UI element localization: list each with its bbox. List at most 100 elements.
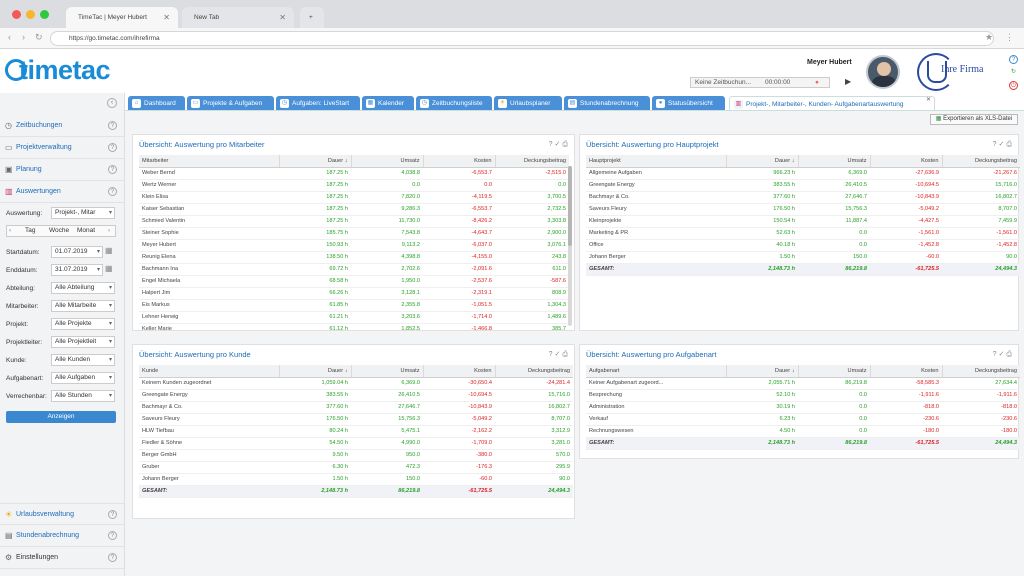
play-icon[interactable]: ▶ bbox=[845, 77, 851, 86]
sidebar-item-einstellungen[interactable]: ⚙ Einstellungen ? bbox=[0, 547, 125, 569]
column-header[interactable]: Umsatz bbox=[797, 365, 870, 378]
column-header[interactable]: Kosten bbox=[869, 365, 942, 378]
column-header[interactable]: Umsatz bbox=[350, 365, 423, 378]
table-row[interactable]: Administration 30.19 h 0.0 -818.0 -818.0 bbox=[586, 401, 1020, 414]
column-header[interactable]: Aufgabenart bbox=[586, 365, 726, 378]
table-row[interactable]: Klein Elisa 187.25 h 7,820.0 -4,119.5 3,700.… bbox=[139, 191, 569, 204]
tab-statusuebersicht[interactable]: ● Statusübersicht bbox=[652, 96, 725, 111]
close-tab-icon[interactable]: ✕ bbox=[163, 7, 170, 28]
calendar-icon[interactable]: ▦ bbox=[105, 246, 113, 255]
period-button-monat[interactable]: Monat bbox=[77, 226, 95, 236]
maximize-window-icon[interactable] bbox=[40, 10, 49, 19]
table-row[interactable]: Saveurs Fleury 176.50 h 15,756.3 -5,049.2 8,… bbox=[586, 203, 1020, 216]
column-header[interactable]: Mitarbeiter bbox=[139, 155, 279, 168]
help-icon[interactable]: ? bbox=[108, 121, 117, 130]
projekt-select[interactable]: Alle Projekte bbox=[51, 318, 115, 330]
table-row[interactable]: Keiner Aufgabenart zugeord... 2,055.71 h8… bbox=[586, 377, 1020, 390]
refresh-icon[interactable]: ↻ bbox=[1009, 68, 1018, 77]
print-icon[interactable]: ⎙ bbox=[1006, 141, 1014, 148]
print-icon[interactable]: ⎙ bbox=[562, 141, 570, 148]
anzeigen-button[interactable]: Anzeigen bbox=[6, 411, 116, 423]
table-row[interactable]: Kaiser Sebastian 187.25 h 9,286.3 -6,553.7 2… bbox=[139, 203, 569, 216]
help-icon[interactable]: ? bbox=[108, 187, 117, 196]
table-row[interactable]: Reunig Elena 138.50 h 4,398.8 -4,155.0 243.8 bbox=[139, 251, 569, 264]
help-icon[interactable]: ? bbox=[108, 553, 117, 562]
export-xls-button[interactable]: ▦ Exportieren als XLS-Datei bbox=[930, 114, 1018, 125]
table-row[interactable]: Keller Marie 61.12 h 1,852.5 -1,466.8 385.7 bbox=[139, 323, 569, 330]
period-button-tag[interactable]: Tag bbox=[25, 226, 35, 236]
browser-tab-timetac[interactable]: TimeTac | Meyer Hubert ✕ bbox=[66, 7, 178, 28]
new-tab-button[interactable]: + bbox=[300, 7, 324, 28]
abteilung-select[interactable]: Alle Abteilung bbox=[51, 282, 115, 294]
table-row[interactable]: Besprechung 52.10 h 0.0 -1,911.6 -1,911.6 bbox=[586, 389, 1020, 402]
tab-auswertung[interactable]: ▥ Projekt-, Mitarbeiter-, Kunden- Aufgabe… bbox=[729, 96, 935, 111]
column-header[interactable]: Kosten bbox=[422, 365, 495, 378]
table-row[interactable]: Fiedler & Söhne 54.50 h 4,990.0 -1,709.0 3,2… bbox=[139, 437, 573, 450]
table-row[interactable]: Keinem Kunden zugeordnet 1,059.04 h 6,369.… bbox=[139, 377, 573, 390]
tab-dashboard[interactable]: ⌂ Dashboard bbox=[128, 96, 185, 111]
column-header[interactable]: Deckungsbeitrag bbox=[941, 365, 1020, 378]
startdatum-field[interactable]: 01.07.2019 bbox=[51, 246, 103, 258]
tab-zeitbuchungsliste[interactable]: ◷ Zeitbuchungsliste bbox=[416, 96, 492, 111]
column-header[interactable]: Kunde bbox=[139, 365, 279, 378]
calendar-icon[interactable]: ▦ bbox=[105, 264, 113, 273]
forward-icon[interactable]: › bbox=[22, 32, 25, 42]
aufgabenart-select[interactable]: Alle Aufgaben bbox=[51, 372, 115, 384]
print-icon[interactable]: ⎙ bbox=[1006, 351, 1014, 358]
stop-icon[interactable]: ● bbox=[815, 78, 819, 87]
table-row[interactable]: Meyer Hubert 150.93 h 9,113.2 -6,037.0 3,076… bbox=[139, 239, 569, 252]
table-row[interactable]: Wertz Werner 187.25 h 0.0 0.0 0.0 bbox=[139, 179, 569, 192]
column-header[interactable]: Deckungsbeitrag bbox=[494, 155, 569, 168]
column-header[interactable]: Kosten bbox=[869, 155, 942, 168]
enddatum-field[interactable]: 31.07.2019 bbox=[51, 264, 103, 276]
table-row[interactable]: Weber Bernd 187.25 h 4,038.8 -6,553.7 -2,515… bbox=[139, 167, 569, 180]
table-row[interactable]: Gruber 6.30 h 472.3 -176.3 295.9 bbox=[139, 461, 573, 474]
collapse-sidebar-icon[interactable]: ‹ bbox=[107, 98, 117, 108]
time-tracker[interactable]: Keine Zeitbuchun... 00:00:00 ● bbox=[690, 77, 830, 88]
scrollbar-thumb[interactable] bbox=[568, 166, 572, 246]
column-header[interactable]: Dauer ↓ bbox=[278, 365, 351, 378]
projektleiter-select[interactable]: Alle Projektleit bbox=[51, 336, 115, 348]
user-avatar[interactable] bbox=[866, 55, 900, 89]
column-header[interactable]: Deckungsbeitrag bbox=[941, 155, 1020, 168]
column-header[interactable]: Dauer ↓ bbox=[725, 155, 798, 168]
table-row[interactable]: Saveurs Fleury 176.50 h 15,756.3 -5,049.2 8,… bbox=[139, 413, 573, 426]
kunde-select[interactable]: Alle Kunden bbox=[51, 354, 115, 366]
mitarbeiter-select[interactable]: Alle Mitarbeite bbox=[51, 300, 115, 312]
column-header[interactable]: Deckungsbeitrag bbox=[494, 365, 573, 378]
tab-projekte-aufgaben[interactable]: ▭ Projekte & Aufgaben bbox=[187, 96, 274, 111]
table-row[interactable]: Bachmayr & Co. 377.60 h 27,646.7 -10,843.9 1… bbox=[139, 401, 573, 414]
table-row[interactable]: Marketing & PR 52.63 h 0.0 -1,561.0 -1,561.0 bbox=[586, 227, 1020, 240]
table-row[interactable]: Kleinprojekte 150.54 h 11,887.4 -4,427.5 7,4… bbox=[586, 215, 1020, 228]
url-field[interactable]: https://go.timetac.com/ihrefirma bbox=[50, 31, 994, 46]
timetac-logo[interactable]: timetac bbox=[5, 55, 111, 86]
sidebar-item-projektverwaltung[interactable]: ▭ Projektverwaltung ? bbox=[0, 137, 125, 159]
column-header[interactable]: Dauer ↓ bbox=[278, 155, 351, 168]
period-button-woche[interactable]: Woche bbox=[49, 226, 69, 236]
verrechenbar-select[interactable]: Alle Stunden bbox=[51, 390, 115, 402]
column-header[interactable]: Hauptprojekt bbox=[586, 155, 726, 168]
tab-stundenabrechnung[interactable]: ▤ Stundenabrechnung bbox=[564, 96, 650, 111]
table-row[interactable]: Greengate Energy 383.55 h 26,410.5 -10,694.… bbox=[586, 179, 1020, 192]
print-icon[interactable]: ⎙ bbox=[562, 351, 570, 358]
table-row[interactable]: Greengate Energy 383.55 h 26,410.5 -10,694.… bbox=[139, 389, 573, 402]
close-window-icon[interactable] bbox=[12, 10, 21, 19]
tab-aufgaben-livestart[interactable]: ◷ Aufgaben: LiveStart bbox=[276, 96, 360, 111]
help-icon[interactable]: ? bbox=[108, 510, 117, 519]
bookmark-star-icon[interactable]: ★ bbox=[985, 32, 993, 43]
table-row[interactable]: Johann Berger 1.50 h 150.0 -60.0 90.0 bbox=[139, 473, 573, 486]
column-header[interactable]: Kosten bbox=[422, 155, 495, 168]
sidebar-item-planung[interactable]: ▣ Planung ? bbox=[0, 159, 125, 181]
reload-icon[interactable]: ↻ bbox=[35, 32, 43, 43]
sidebar-item-zeitbuchungen[interactable]: ◷ Zeitbuchungen ? bbox=[0, 115, 125, 137]
table-row[interactable]: Schmied Valentin 187.25 h 11,730.0 -8,426.2… bbox=[139, 215, 569, 228]
next-period-icon[interactable]: › bbox=[108, 226, 110, 236]
table-row[interactable]: Allgemeine Aufgaben 966.23 h 6,369.0 -27,63… bbox=[586, 167, 1020, 180]
table-row[interactable]: Johann Berger 1.50 h 150.0 -60.0 90.0 bbox=[586, 251, 1020, 264]
close-tab-icon[interactable]: ✕ bbox=[279, 7, 286, 28]
help-icon[interactable]: ? bbox=[108, 143, 117, 152]
table-row[interactable]: Eis Markus 61.85 h 2,355.8 -1,051.5 1,304.3 bbox=[139, 299, 569, 312]
help-icon[interactable]: ? bbox=[108, 531, 117, 540]
tab-urlaubsplaner[interactable]: ☀ Urlaubsplaner bbox=[494, 96, 562, 111]
close-tab-icon[interactable]: ✕ bbox=[926, 97, 931, 108]
